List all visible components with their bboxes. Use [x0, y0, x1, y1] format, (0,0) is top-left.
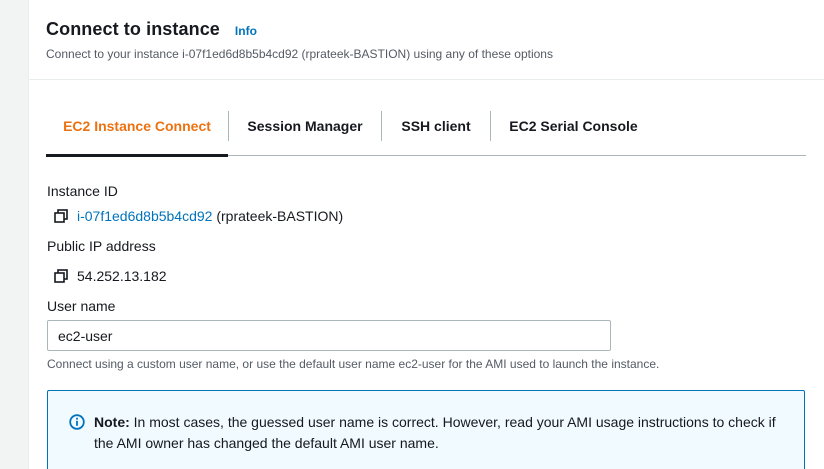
connect-panel: Connect to instance Info Connect to your…: [28, 0, 824, 469]
public-ip-label: Public IP address: [47, 238, 156, 254]
username-hint: Connect using a custom user name, or use…: [47, 357, 660, 371]
page-title: Connect to instance: [46, 19, 220, 39]
info-link[interactable]: Info: [235, 24, 257, 38]
tab-ec2-serial-console[interactable]: EC2 Serial Console: [491, 97, 656, 155]
tab-label: SSH client: [401, 118, 471, 134]
left-rail: [0, 0, 28, 469]
instance-id-label: Instance ID: [47, 183, 118, 199]
tab-ec2-instance-connect[interactable]: EC2 Instance Connect: [46, 97, 228, 157]
page-subtitle: Connect to your instance i-07f1ed6d8b5b4…: [46, 47, 553, 61]
instance-name: (rprateek-BASTION): [212, 208, 344, 224]
tab-label: EC2 Serial Console: [509, 118, 638, 134]
copy-icon[interactable]: [54, 209, 68, 223]
tab-session-manager[interactable]: Session Manager: [229, 97, 381, 155]
instance-id-link[interactable]: i-07f1ed6d8b5b4cd92: [77, 208, 212, 224]
instance-id-value: i-07f1ed6d8b5b4cd92 (rprateek-BASTION): [77, 208, 343, 224]
copy-icon[interactable]: [54, 269, 68, 283]
panel-header: Connect to instance Info Connect to your…: [29, 0, 824, 80]
alert-message: Note: In most cases, the guessed user na…: [94, 412, 794, 454]
connection-tabs: EC2 Instance Connect Session Manager SSH…: [46, 97, 806, 157]
public-ip-value: 54.252.13.182: [77, 268, 167, 284]
info-circle-icon: [69, 414, 85, 430]
title-row: Connect to instance Info: [46, 19, 257, 40]
username-label: User name: [47, 298, 116, 314]
alert-body: In most cases, the guessed user name is …: [94, 414, 776, 451]
tab-ssh-client[interactable]: SSH client: [382, 97, 490, 155]
tab-label: Session Manager: [247, 118, 363, 134]
username-input[interactable]: [47, 320, 611, 351]
tab-label: EC2 Instance Connect: [63, 118, 211, 134]
info-alert: Note: In most cases, the guessed user na…: [47, 390, 805, 469]
alert-title: Note:: [94, 414, 130, 430]
